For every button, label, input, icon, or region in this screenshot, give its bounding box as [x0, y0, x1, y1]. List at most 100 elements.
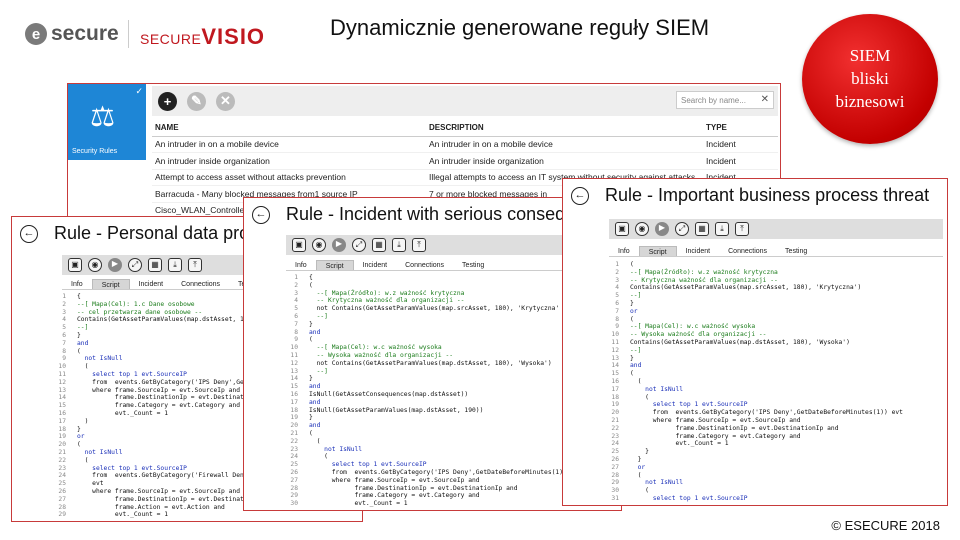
line-number: 26	[58, 487, 66, 495]
code-text: evt._Count = 1	[630, 440, 729, 448]
copyright: © ESECURE 2018	[831, 518, 940, 533]
line-number: 25	[290, 461, 298, 469]
run-icon[interactable]: ◉	[312, 238, 326, 252]
table-row[interactable]: An intruder inside organization An intrud…	[152, 153, 778, 170]
line-number: 10	[611, 331, 619, 339]
line-number: 23	[290, 445, 298, 453]
line-number: 21	[290, 429, 298, 437]
save-icon[interactable]: ▣	[68, 258, 82, 272]
download-icon[interactable]: ⤓	[168, 258, 182, 272]
code-text: from events.GetByCategory('Firewall Den	[77, 472, 244, 480]
back-button[interactable]: ←	[20, 225, 38, 243]
delete-rule-button[interactable]: ✕	[216, 91, 235, 111]
code-line: 19 select top 1 evt.SourceIP	[607, 401, 945, 409]
rule-toolbar: ▣ ◉ ▶ ⤢ ▦ ⤓ ⤒	[62, 255, 262, 275]
download-icon[interactable]: ⤓	[392, 238, 406, 252]
table-header: NAME DESCRIPTION TYPE	[152, 120, 778, 137]
run-icon[interactable]: ◉	[88, 258, 102, 272]
code-line: 28 (	[607, 472, 945, 480]
line-number: 9	[62, 355, 66, 363]
tab-script[interactable]: Script	[91, 279, 130, 289]
tab-incident[interactable]: Incident	[130, 279, 173, 289]
code-text: or	[630, 463, 646, 471]
script-editor[interactable]: 1(2 --[ Mapa(Źródło): w.z ważność krytycz…	[607, 261, 945, 503]
upload-icon[interactable]: ⤒	[412, 238, 426, 252]
tab-script[interactable]: Script	[315, 260, 354, 270]
link-icon[interactable]: ⤢	[128, 258, 142, 272]
code-text: (	[630, 377, 642, 385]
clear-search-icon[interactable]: ✕	[761, 94, 769, 105]
rules-toolbar: + ✎ ✕ Search by name... ✕	[152, 86, 778, 116]
download-icon[interactable]: ⤓	[715, 222, 729, 236]
tab-testing[interactable]: Testing	[776, 246, 816, 256]
play-icon[interactable]: ▶	[332, 238, 346, 252]
table-row[interactable]: An intruder in on a mobile device An intr…	[152, 137, 778, 153]
row-name: An intruder inside organization	[155, 155, 270, 166]
search-input[interactable]: Search by name... ✕	[676, 91, 774, 109]
code-text: (	[77, 363, 89, 371]
line-number: 6	[615, 299, 619, 307]
tab-connections[interactable]: Connections	[396, 260, 453, 270]
rule-window-title: Rule - Incident with serious conseq	[286, 204, 566, 224]
add-rule-button[interactable]: +	[158, 91, 177, 111]
code-text: (	[309, 336, 313, 344]
esecure-logo-text: secure	[51, 22, 119, 45]
col-type-header[interactable]: TYPE	[706, 123, 778, 132]
tab-testing[interactable]: Testing	[453, 260, 493, 270]
tab-incident[interactable]: Incident	[677, 246, 720, 256]
line-number: 16	[611, 377, 619, 385]
tab-info[interactable]: Info	[286, 260, 316, 270]
col-description-header[interactable]: DESCRIPTION	[429, 123, 706, 132]
play-icon[interactable]: ▶	[655, 222, 669, 236]
code-text: where frame.SourceIp = evt.SourceIp and	[77, 386, 241, 394]
code-text: --]	[309, 312, 328, 320]
code-line: 14 and	[607, 362, 945, 370]
tab-info[interactable]: Info	[609, 246, 639, 256]
code-text: (	[630, 370, 634, 378]
line-number: 22	[58, 456, 66, 464]
tab-info[interactable]: Info	[62, 279, 92, 289]
back-button[interactable]: ←	[252, 206, 270, 224]
tab-connections[interactable]: Connections	[719, 246, 776, 256]
upload-icon[interactable]: ⤒	[188, 258, 202, 272]
line-number: 11	[611, 338, 619, 346]
code-line: 10 -- Wysoka ważność dla organizacji --	[607, 331, 945, 339]
code-text: --[ Mapa(Źródło): w.z ważność krytyczna	[309, 289, 465, 297]
grid-icon[interactable]: ▦	[372, 238, 386, 252]
save-icon[interactable]: ▣	[292, 238, 306, 252]
line-number: 27	[58, 495, 66, 503]
line-number: 21	[611, 416, 619, 424]
edit-rule-button[interactable]: ✎	[187, 91, 206, 111]
code-text: }	[309, 320, 313, 328]
code-line: 25 }	[607, 448, 945, 456]
code-text: evt._Count = 1	[77, 511, 168, 519]
run-icon[interactable]: ◉	[635, 222, 649, 236]
grid-icon[interactable]: ▦	[148, 258, 162, 272]
security-rules-tile[interactable]: ✓ ⚖ Security Rules	[68, 84, 146, 160]
search-placeholder: Search by name...	[681, 95, 746, 105]
code-text: and	[309, 422, 321, 430]
code-text: from events.GetByCategory('IPS Deny',Get…	[309, 468, 564, 476]
save-icon[interactable]: ▣	[615, 222, 629, 236]
code-line: 17 not IsNull	[607, 386, 945, 394]
link-icon[interactable]: ⤢	[675, 222, 689, 236]
play-icon[interactable]: ▶	[108, 258, 122, 272]
code-text: --]	[630, 292, 642, 300]
rule-window-title: Rule - Personal data prot	[54, 223, 255, 243]
col-name-header[interactable]: NAME	[152, 123, 429, 132]
code-line: 30 (	[607, 487, 945, 495]
grid-icon[interactable]: ▦	[695, 222, 709, 236]
upload-icon[interactable]: ⤒	[735, 222, 749, 236]
tab-incident[interactable]: Incident	[354, 260, 397, 270]
link-icon[interactable]: ⤢	[352, 238, 366, 252]
back-button[interactable]: ←	[571, 187, 589, 205]
code-line: 1(	[607, 261, 945, 269]
code-text: frame.DestinationIp = evt.DestinationIp …	[309, 484, 518, 492]
tab-connections[interactable]: Connections	[172, 279, 229, 289]
line-number: 17	[58, 417, 66, 425]
tab-script[interactable]: Script	[638, 246, 677, 256]
code-text: from events.GetByCategory('IPS Deny',Ge	[77, 378, 244, 386]
line-number: 28	[611, 471, 619, 479]
code-text: (	[77, 456, 89, 464]
code-text: }	[630, 299, 634, 307]
